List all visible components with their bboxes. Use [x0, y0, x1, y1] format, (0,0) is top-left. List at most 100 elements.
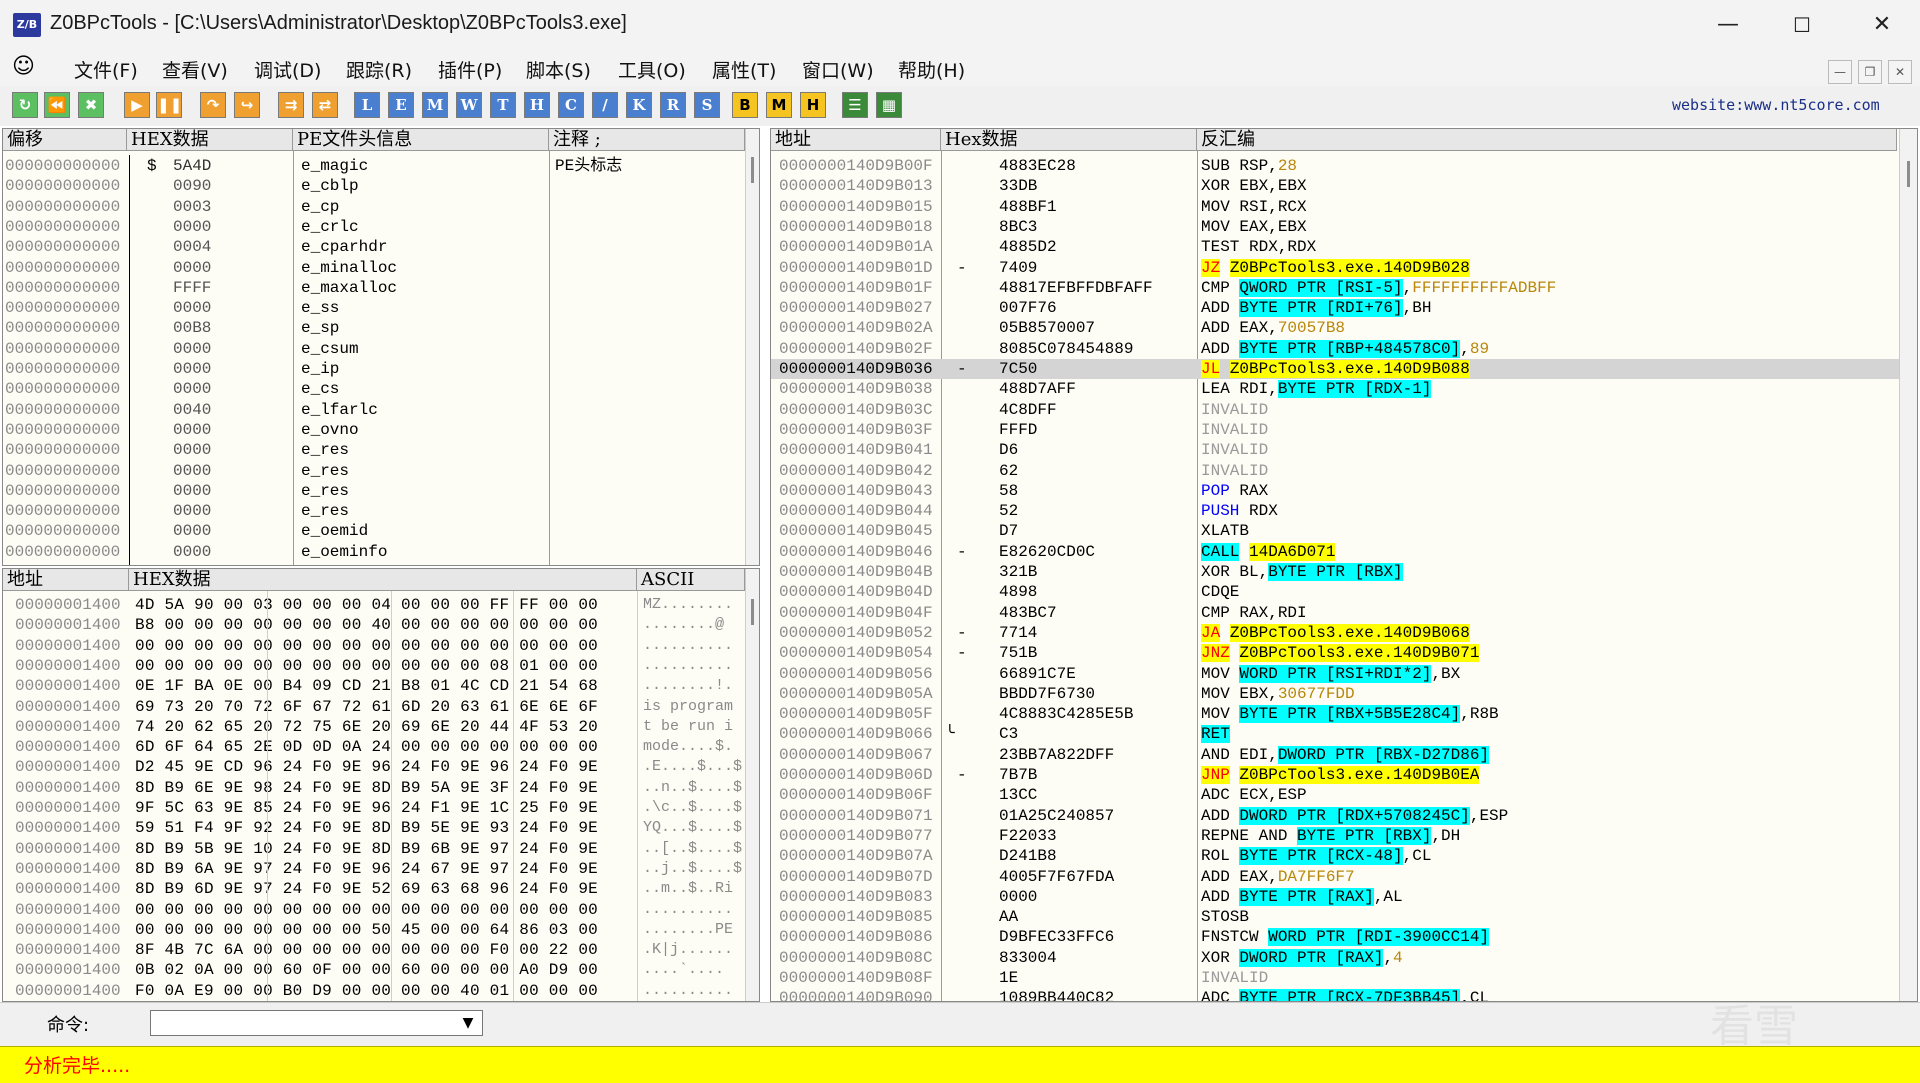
- command-dropdown-icon[interactable]: ▼: [456, 1012, 480, 1034]
- trace-into-icon[interactable]: ⇉: [278, 92, 304, 118]
- table-row[interactable]: 00000001400 B8 00 00 00 00 00 00 00 40 00…: [3, 615, 745, 635]
- table-row[interactable]: 00000001400 00 00 00 00 00 00 00 00 50 45…: [3, 920, 745, 940]
- table-row[interactable]: 00000001400 74 20 62 65 20 72 75 6E 20 69…: [3, 717, 745, 737]
- pe-col-note[interactable]: 注释 ;: [549, 129, 745, 151]
- table-row[interactable]: 00000001400 59 51 F4 9F 92 24 F0 9E 8D B9…: [3, 818, 745, 838]
- toolbar-letter-button[interactable]: E: [388, 92, 414, 118]
- table-row[interactable]: 00000001400 00 00 00 00 00 00 00 00 00 00…: [3, 656, 745, 676]
- table-row[interactable]: 000000000000 0000 e_minalloc: [3, 258, 745, 278]
- table-row[interactable]: 0000000140D9B06D 7B7B - JNP Z0BPcTools3.exe…: [771, 765, 1899, 785]
- reload-icon[interactable]: ↻: [12, 92, 38, 118]
- table-row[interactable]: 0000000140D9B077 F22033 REPNE AND BYTE PTR…: [771, 826, 1899, 846]
- table-row[interactable]: 0000000140D9B02F 8085C078454889 ADD BYTE P…: [771, 339, 1899, 359]
- table-row[interactable]: 00000001400 0B 02 0A 00 00 60 0F 00 00 60…: [3, 960, 745, 980]
- table-row[interactable]: 000000000000 0040 e_lfarlc: [3, 400, 745, 420]
- table-row[interactable]: 0000000140D9B042 62 INVALID: [771, 461, 1899, 481]
- mdi-restore-button[interactable]: ❐: [1858, 60, 1882, 84]
- table-row[interactable]: 00000001400 D2 45 9E CD 96 24 F0 9E 96 24…: [3, 757, 745, 777]
- table-row[interactable]: 0000000140D9B066 C3 ╰ RET: [771, 724, 1899, 744]
- toolbar-bookmark-button[interactable]: M: [766, 92, 792, 118]
- table-row[interactable]: 00000001400 0E 1F BA 0E 00 B4 09 CD 21 B8…: [3, 676, 745, 696]
- menu-item[interactable]: 文件(F): [74, 56, 138, 83]
- table-row[interactable]: 00000001400 4D 5A 90 00 03 00 00 00 04 00…: [3, 595, 745, 615]
- table-row[interactable]: 0000000140D9B038 488D7AFF LEA RDI,BYTE PTR…: [771, 379, 1899, 399]
- trace-over-icon[interactable]: ⇄: [312, 92, 338, 118]
- table-row[interactable]: 000000000000 0000 e_oemid: [3, 521, 745, 541]
- mdi-close-button[interactable]: ✕: [1888, 60, 1912, 84]
- table-row[interactable]: 000000000000 0000 e_oeminfo: [3, 542, 745, 562]
- list-icon[interactable]: ☰: [842, 92, 868, 118]
- table-row[interactable]: 00000001400 69 73 20 70 72 6F 67 72 61 6D…: [3, 697, 745, 717]
- table-row[interactable]: 0000000140D9B08F 1E INVALID: [771, 968, 1899, 988]
- table-row[interactable]: 000000000000 0000 e_ovno: [3, 420, 745, 440]
- hex-col-data[interactable]: HEX数据: [129, 569, 637, 591]
- toolbar-bookmark-button[interactable]: B: [732, 92, 758, 118]
- table-row[interactable]: 0000000140D9B01A 4885D2 TEST RDX,RDX: [771, 237, 1899, 257]
- table-row[interactable]: 00000001400 8D B9 5B 9E 10 24 F0 9E 8D B9…: [3, 839, 745, 859]
- table-row[interactable]: 0000000140D9B067 23BB7A822DFF AND EDI,DWOR…: [771, 745, 1899, 765]
- toolbar-letter-button[interactable]: L: [354, 92, 380, 118]
- table-row[interactable]: 000000000000 0000 e_ss: [3, 298, 745, 318]
- table-row[interactable]: 0000000140D9B04D 4898 CDQE: [771, 582, 1899, 602]
- minimize-button[interactable]: —: [1696, 0, 1760, 50]
- table-row[interactable]: 0000000140D9B01D 7409 - JZ Z0BPcTools3.exe.…: [771, 258, 1899, 278]
- pe-col-field[interactable]: PE文件头信息: [293, 129, 549, 151]
- toolbar-letter-button[interactable]: W: [456, 92, 482, 118]
- hex-col-ascii[interactable]: ASCII: [637, 569, 745, 591]
- toolbar-letter-button[interactable]: C: [558, 92, 584, 118]
- table-row[interactable]: 000000000000 0004 e_cparhdr: [3, 237, 745, 257]
- menu-item[interactable]: 查看(V): [162, 56, 228, 83]
- table-row[interactable]: 000000000000 0090 e_cblp: [3, 176, 745, 196]
- dis-col-address[interactable]: 地址: [771, 129, 941, 151]
- hex-scrollbar[interactable]: [745, 569, 759, 1001]
- table-row[interactable]: 00000001400 8D B9 6A 9E 97 24 F0 9E 96 24…: [3, 859, 745, 879]
- table-row[interactable]: 000000000000 0000 e_res: [3, 461, 745, 481]
- table-row[interactable]: 0000000140D9B054 751B - JNZ Z0BPcTools3.exe…: [771, 643, 1899, 663]
- table-row[interactable]: 00000001400 8F 4B 7C 6A 00 00 00 00 00 00…: [3, 940, 745, 960]
- toolbar-letter-button[interactable]: R: [660, 92, 686, 118]
- table-row[interactable]: 0000000140D9B04B 321B XOR BL,BYTE PTR [RBX…: [771, 562, 1899, 582]
- rewind-icon[interactable]: ⏪: [44, 92, 70, 118]
- table-row[interactable]: 00000001400 00 00 00 00 00 00 00 00 00 00…: [3, 636, 745, 656]
- menu-item[interactable]: 窗口(W): [802, 56, 874, 83]
- menu-item[interactable]: 属性(T): [712, 56, 776, 83]
- table-row[interactable]: 0000000140D9B044 52 PUSH RDX: [771, 501, 1899, 521]
- grid-icon[interactable]: ▦: [876, 92, 902, 118]
- table-row[interactable]: 000000000000 0000 e_res: [3, 501, 745, 521]
- toolbar-letter-button[interactable]: H: [524, 92, 550, 118]
- table-row[interactable]: 0000000140D9B036 7C50 - JL Z0BPcTools3.exe.…: [771, 359, 1899, 380]
- table-row[interactable]: 0000000140D9B07D 4005F7F67FDA ADD EAX,DA7F…: [771, 867, 1899, 887]
- table-row[interactable]: 0000000140D9B086 D9BFEC33FFC6 FNSTCW WORD …: [771, 927, 1899, 947]
- toolbar-letter-button[interactable]: S: [694, 92, 720, 118]
- table-row[interactable]: 000000000000 0000 e_csum: [3, 339, 745, 359]
- table-row[interactable]: 00000001400 F0 0A E9 00 00 B0 D9 00 00 00…: [3, 981, 745, 1001]
- pe-col-hex[interactable]: HEX数据: [127, 129, 293, 151]
- table-row[interactable]: 0000000140D9B05A BBDD7F6730 MOV EBX,30677F…: [771, 684, 1899, 704]
- step-over-icon[interactable]: ↪: [234, 92, 260, 118]
- table-row[interactable]: 000000000000 00B8 e_sp: [3, 318, 745, 338]
- toolbar-letter-button[interactable]: /: [592, 92, 618, 118]
- table-row[interactable]: 0000000140D9B08C 833004 XOR DWORD PTR [RAX…: [771, 948, 1899, 968]
- table-row[interactable]: 000000000000 0000 e_res: [3, 440, 745, 460]
- table-row[interactable]: 0000000140D9B085 AA STOSB: [771, 907, 1899, 927]
- run-icon[interactable]: ▶: [124, 92, 150, 118]
- table-row[interactable]: 0000000140D9B02A 05B8570007 ADD EAX,70057B…: [771, 318, 1899, 338]
- hex-col-address[interactable]: 地址: [3, 569, 129, 591]
- table-row[interactable]: 0000000140D9B043 58 POP RAX: [771, 481, 1899, 501]
- menu-item[interactable]: 工具(O): [618, 56, 686, 83]
- table-row[interactable]: 0000000140D9B083 0000 ADD BYTE PTR [RAX],A…: [771, 887, 1899, 907]
- pe-col-offset[interactable]: 偏移: [3, 129, 127, 151]
- dis-col-hex[interactable]: Hex数据: [941, 129, 1197, 151]
- table-row[interactable]: 000000000000 FFFF e_maxalloc: [3, 278, 745, 298]
- menu-item[interactable]: 脚本(S): [526, 56, 591, 83]
- close-button[interactable]: ✕: [1850, 0, 1914, 50]
- table-row[interactable]: 0000000140D9B00F 4883EC28 SUB RSP,28: [771, 156, 1899, 176]
- table-row[interactable]: 00000001400 8D B9 6D 9E 97 24 F0 9E 52 69…: [3, 879, 745, 899]
- mdi-minimize-button[interactable]: —: [1828, 60, 1852, 84]
- pause-icon[interactable]: ❚❚: [156, 92, 182, 118]
- table-row[interactable]: 0000000140D9B013 33DB XOR EBX,EBX: [771, 176, 1899, 196]
- table-row[interactable]: 0000000140D9B05F 4C8883C4285E5B MOV BYTE P…: [771, 704, 1899, 724]
- table-row[interactable]: 0000000140D9B052 7714 - JA Z0BPcTools3.exe.…: [771, 623, 1899, 643]
- website-link[interactable]: website:www.nt5core.com: [1672, 96, 1880, 114]
- table-row[interactable]: 0000000140D9B018 8BC3 MOV EAX,EBX: [771, 217, 1899, 237]
